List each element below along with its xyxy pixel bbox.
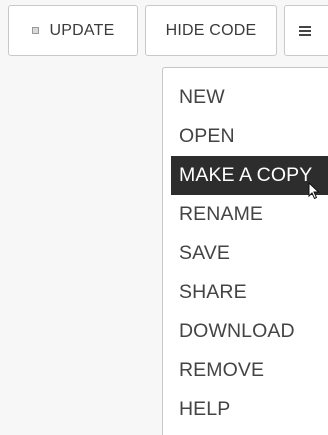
hide-code-button-label: HIDE CODE bbox=[165, 21, 257, 39]
menu-item-label: SHARE bbox=[179, 281, 247, 303]
menu-item-label: MAKE A COPY bbox=[179, 164, 313, 186]
update-button-label: UPDATE bbox=[49, 21, 115, 39]
menu-item-label: NEW bbox=[179, 86, 225, 108]
menu-item-new[interactable]: NEW bbox=[163, 78, 328, 117]
menu-item-make-a-copy[interactable]: MAKE A COPY bbox=[171, 156, 328, 200]
menu-item-label: RENAME bbox=[179, 203, 264, 225]
menu-item-label: SAVE bbox=[179, 242, 230, 264]
page: UPDATE HIDE CODE NEW OPEN MAKE A COPY RE… bbox=[0, 0, 328, 435]
square-icon bbox=[31, 27, 39, 34]
menu-item-rename[interactable]: RENAME bbox=[163, 195, 328, 234]
menu-item-help[interactable]: HELP bbox=[163, 390, 328, 429]
menu-item-open[interactable]: OPEN bbox=[163, 117, 328, 156]
menu-item-label: REMOVE bbox=[179, 359, 265, 381]
hamburger-icon bbox=[299, 25, 311, 36]
hide-code-button[interactable]: HIDE CODE bbox=[145, 5, 277, 56]
dropdown-menu: NEW OPEN MAKE A COPY RENAME SAVE SHARE D… bbox=[162, 67, 328, 435]
menu-item-save[interactable]: SAVE bbox=[163, 234, 328, 273]
menu-item-label: HELP bbox=[179, 398, 231, 420]
menu-button[interactable] bbox=[284, 5, 328, 56]
menu-item-share[interactable]: SHARE bbox=[163, 273, 328, 312]
menu-item-remove[interactable]: REMOVE bbox=[163, 351, 328, 390]
menu-item-label: DOWNLOAD bbox=[179, 320, 295, 342]
menu-item-label: OPEN bbox=[179, 125, 235, 147]
menu-item-download[interactable]: DOWNLOAD bbox=[163, 312, 328, 351]
update-button[interactable]: UPDATE bbox=[8, 5, 138, 56]
